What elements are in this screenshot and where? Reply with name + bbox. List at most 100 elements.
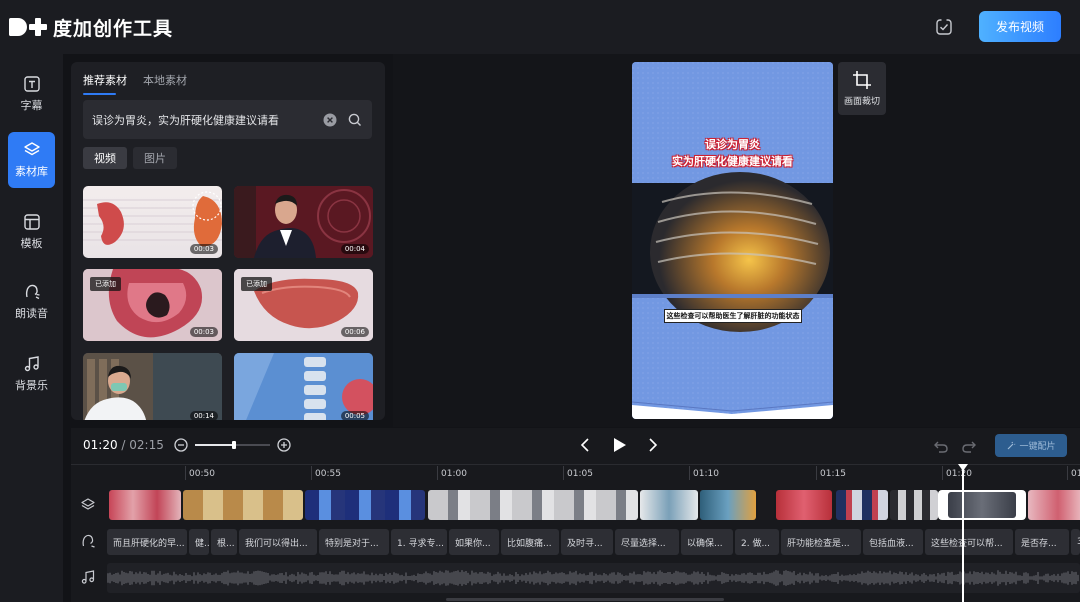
video-clip[interactable]	[776, 490, 832, 520]
prev-icon[interactable]	[578, 436, 592, 454]
zoom-in-icon[interactable]	[277, 438, 291, 452]
duration-badge: 00:03	[189, 327, 218, 337]
nav-item-library[interactable]: 素材库	[8, 132, 55, 188]
caption-line: 误诊为胃炎	[705, 138, 760, 151]
video-track	[107, 490, 1080, 520]
media-thumb[interactable]: 已添加 00:06	[234, 269, 373, 341]
video-clip[interactable]	[700, 490, 756, 520]
time-ruler[interactable]: 00:50 00:55 01:00 01:05 01:10 01:15 01:2…	[71, 464, 1080, 484]
nav-item-voice[interactable]: 朗读音	[8, 274, 55, 330]
next-icon[interactable]	[646, 436, 660, 454]
music-icon	[24, 356, 39, 372]
subtitle-clip[interactable]: 是否存...	[1015, 529, 1069, 555]
music-track[interactable]	[107, 563, 1080, 593]
publish-video-button[interactable]: 发布视频	[979, 11, 1061, 42]
ruler-tick: 01:05	[563, 466, 593, 480]
subtitle-clip[interactable]: 这些检查可以帮...	[925, 529, 1013, 555]
subtitle-clip[interactable]: 如果你...	[449, 529, 499, 555]
subtitle-clip[interactable]: 根...	[211, 529, 237, 555]
nav-label: 模板	[20, 237, 43, 250]
subtitle-clip[interactable]: 肝功能检查是...	[781, 529, 861, 555]
media-thumb[interactable]: 00:04	[234, 186, 373, 258]
caption-line: 实为肝硬化健康建议请看	[672, 155, 793, 168]
video-clip[interactable]	[305, 490, 425, 520]
timeline-scrollbar[interactable]	[446, 598, 724, 601]
media-thumb[interactable]: 已添加 00:03	[83, 269, 222, 341]
playback-controls	[569, 436, 669, 454]
doctor-office-scene	[83, 353, 222, 420]
redo-icon[interactable]	[961, 438, 977, 454]
preview-subtitle: 这些检查可以帮助医生了解肝脏的功能状态	[664, 309, 802, 323]
nav-item-template[interactable]: 模板	[8, 204, 55, 260]
audio-waveform	[107, 570, 1079, 586]
crop-button[interactable]: 画面裁切	[838, 62, 886, 115]
app-logo: 度加创作工具	[9, 0, 173, 54]
media-thumb[interactable]: 00:14	[83, 353, 222, 420]
subtitle-clip[interactable]: 及时寻...	[561, 529, 613, 555]
tab-recommended[interactable]: 推荐素材	[83, 72, 127, 95]
subtitle-clip[interactable]: 尽量选择...	[615, 529, 679, 555]
subtitle-clip[interactable]: 以确保...	[681, 529, 733, 555]
nav-label: 背景乐	[15, 379, 48, 392]
voice-icon	[25, 284, 40, 300]
subtitle-clip[interactable]: 包括血液...	[863, 529, 923, 555]
one-click-match-button[interactable]: 一键配片	[995, 434, 1067, 457]
search-icon[interactable]	[348, 113, 362, 127]
duration-badge: 00:06	[340, 327, 369, 337]
video-clip[interactable]	[428, 490, 638, 520]
nav-item-music[interactable]: 背景乐	[8, 346, 55, 402]
video-clip[interactable]	[836, 490, 888, 520]
video-clip[interactable]	[890, 490, 938, 520]
magic-icon	[1008, 441, 1016, 449]
subtitle-clip[interactable]: 比如腹痛...	[501, 529, 559, 555]
nav-label: 朗读音	[15, 307, 48, 320]
clear-icon[interactable]	[323, 113, 337, 127]
current-time: 01:20	[83, 438, 118, 452]
playhead[interactable]	[958, 464, 968, 602]
subtitle-clip[interactable]: 我们可以得出...	[239, 529, 317, 555]
filter-image[interactable]: 图片	[133, 147, 177, 169]
subtitle-clip[interactable]: 1. 寻求专...	[391, 529, 447, 555]
selected-video-clip[interactable]	[938, 490, 1026, 520]
subtitle-clip[interactable]: 2. 做...	[735, 529, 779, 555]
zoom-out-icon[interactable]	[174, 438, 188, 452]
total-time: / 02:15	[121, 438, 164, 452]
video-clip[interactable]	[758, 490, 774, 520]
preview-caption: 误诊为胃炎 实为肝硬化健康建议请看	[632, 136, 833, 170]
app-root: 度加创作工具 发布视频 字幕 素材库 模板 朗读音 背景乐 推荐素材 本地素材 …	[0, 0, 1080, 602]
music-track-icon	[81, 570, 95, 584]
zoom-slider-handle[interactable]	[232, 441, 236, 449]
video-clip[interactable]	[1028, 490, 1080, 520]
video-track-icon	[81, 498, 95, 510]
search-input[interactable]	[83, 100, 323, 139]
video-clip[interactable]	[183, 490, 303, 520]
video-clip[interactable]	[640, 490, 698, 520]
timeline-controls: 01:20 / 02:15 一键配片	[71, 428, 1080, 464]
undo-icon[interactable]	[933, 438, 949, 454]
logo-mark-icon	[9, 16, 49, 38]
nav-item-subtitle[interactable]: 字幕	[8, 66, 55, 122]
one-click-match-label: 一键配片	[1019, 442, 1056, 452]
subtitle-clip[interactable]: 特别是对于...	[319, 529, 389, 555]
media-thumb[interactable]: 00:05	[234, 353, 373, 420]
duration-badge: 00:03	[189, 244, 218, 254]
ruler-tick: 01:00	[437, 466, 467, 480]
zoom-slider[interactable]	[195, 441, 270, 449]
subtitle-track: 而且肝硬化的早... 健... 根... 我们可以得出... 特别是对于... …	[107, 529, 1080, 555]
tab-local[interactable]: 本地素材	[143, 72, 187, 95]
video-preview[interactable]	[632, 62, 833, 419]
media-thumb[interactable]: 00:03	[83, 186, 222, 258]
video-clip[interactable]	[109, 490, 181, 520]
added-badge: 已添加	[241, 277, 272, 291]
search-box	[83, 100, 372, 139]
ruler-tick: 01:15	[816, 466, 846, 480]
ruler-tick: 00:55	[311, 466, 341, 480]
play-icon[interactable]	[610, 436, 628, 454]
subtitle-clip[interactable]: 而且肝硬化的早...	[107, 529, 187, 555]
layers-icon	[23, 142, 40, 156]
app-name: 度加创作工具	[53, 17, 174, 40]
checklist-icon[interactable]	[935, 18, 953, 36]
filter-video[interactable]: 视频	[83, 147, 127, 169]
subtitle-clip[interactable]: 3	[1071, 529, 1080, 555]
subtitle-clip[interactable]: 健...	[189, 529, 209, 555]
